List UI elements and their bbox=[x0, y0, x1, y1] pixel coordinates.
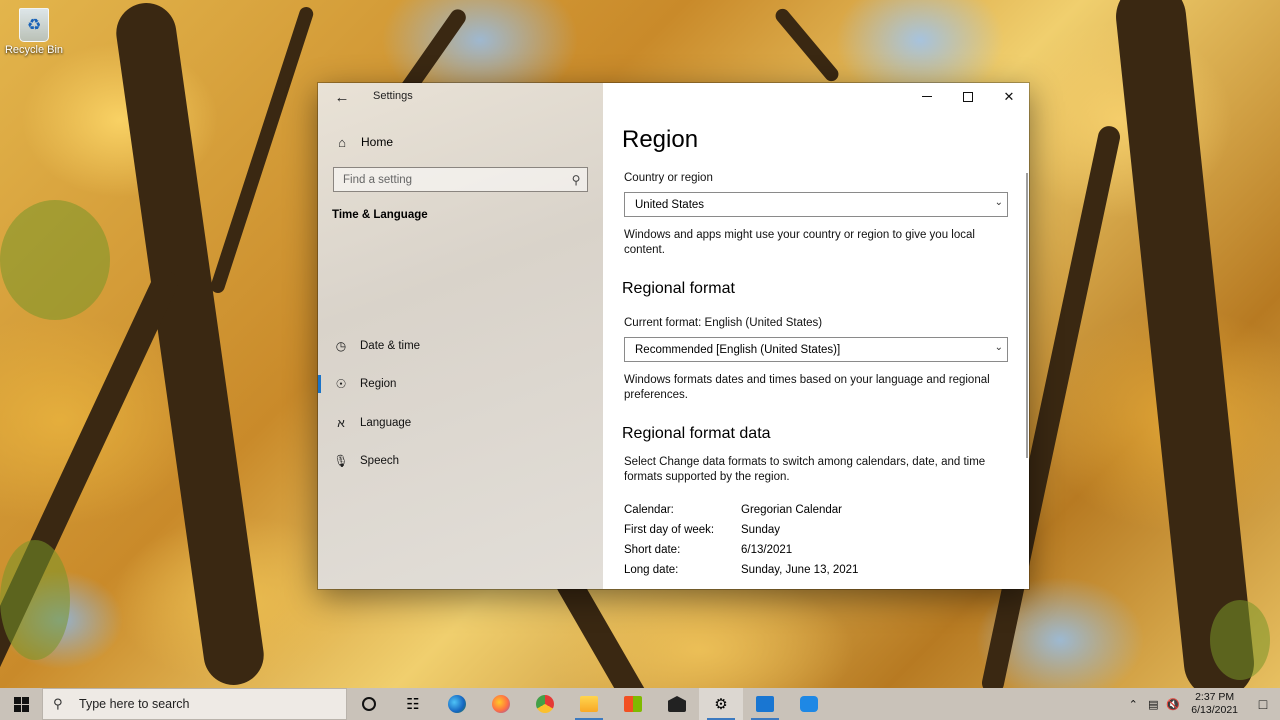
search-icon[interactable]: ⚲ bbox=[565, 173, 587, 187]
calendar-clock-icon: ◷ bbox=[335, 339, 347, 353]
current-format-label: Current format: English (United States) bbox=[624, 317, 823, 329]
microphone-icon: 🎙 bbox=[333, 454, 349, 468]
minimize-button[interactable] bbox=[907, 83, 947, 110]
clock[interactable]: 2:37 PM 6/13/2021 bbox=[1183, 691, 1246, 717]
country-dropdown[interactable]: United States ⌄ bbox=[624, 192, 1008, 217]
page-title: Region bbox=[622, 126, 699, 153]
format-data-value: Gregorian Calendar bbox=[741, 504, 843, 516]
cortana-icon[interactable] bbox=[347, 688, 391, 720]
maximize-button[interactable] bbox=[948, 83, 988, 110]
nav-item-label: Date & time bbox=[360, 340, 421, 352]
window-title: Settings bbox=[373, 90, 413, 102]
notification-icon[interactable]: □ bbox=[1246, 696, 1280, 712]
close-button[interactable]: ✕ bbox=[989, 83, 1029, 110]
volume-icon[interactable]: 🔇 bbox=[1163, 698, 1183, 711]
content-scrollbar[interactable] bbox=[1026, 173, 1028, 458]
chevron-down-icon: ⌄ bbox=[994, 342, 1003, 353]
format-data-key: Long date: bbox=[624, 564, 679, 576]
close-icon: ✕ bbox=[1003, 88, 1015, 104]
format-data-key: Short date: bbox=[624, 544, 681, 556]
nav-item-region[interactable]: ☉ Region bbox=[318, 367, 603, 401]
format-data-row: Long date: Sunday, June 13, 2021 bbox=[624, 560, 1014, 580]
nav-item-label: Speech bbox=[360, 455, 400, 467]
network-icon[interactable]: ▤ bbox=[1143, 698, 1163, 711]
start-button[interactable] bbox=[0, 688, 42, 720]
windows-logo-icon bbox=[13, 696, 29, 712]
file-explorer-icon[interactable] bbox=[567, 688, 611, 720]
task-view-icon[interactable]: ☷ bbox=[391, 688, 435, 720]
recycle-bin-icon: ♻ bbox=[19, 8, 49, 42]
nav-group-title: Time & Language bbox=[332, 209, 428, 221]
nav-item-speech[interactable]: 🎙 Speech bbox=[318, 444, 603, 478]
desktop-icon-label: Recycle Bin bbox=[4, 44, 64, 56]
country-value: United States bbox=[635, 198, 705, 211]
search-icon: ⚲ bbox=[53, 696, 63, 711]
desktop-icon-recycle-bin[interactable]: ♻ Recycle Bin bbox=[4, 4, 64, 64]
maximize-icon bbox=[963, 91, 973, 102]
find-setting-input[interactable] bbox=[334, 173, 565, 186]
country-label: Country or region bbox=[624, 172, 713, 184]
nav-item-label: Language bbox=[360, 417, 412, 429]
nav-item-date-time[interactable]: ◷ Date & time bbox=[318, 329, 603, 363]
format-data-row: Calendar: Gregorian Calendar bbox=[624, 500, 1014, 520]
nav-home-label: Home bbox=[361, 135, 394, 149]
taskbar: ⚲ ☷ ⚙ ⌃ ▤ 🔇 2:37 PM 6/13/2021 □ bbox=[0, 688, 1280, 720]
chevron-up-icon[interactable]: ⌃ bbox=[1123, 698, 1143, 711]
chevron-down-icon: ⌄ bbox=[994, 197, 1003, 208]
nav-item-label: Region bbox=[360, 378, 397, 390]
country-note: Windows and apps might use your country … bbox=[624, 229, 975, 256]
find-setting-search[interactable]: ⚲ bbox=[333, 167, 588, 192]
format-data-row: First day of week: Sunday bbox=[624, 520, 1014, 540]
nav-item-language[interactable]: א Language bbox=[318, 406, 603, 440]
home-icon: ⌂ bbox=[338, 134, 346, 150]
format-data-value: Sunday, June 13, 2021 bbox=[741, 564, 859, 576]
taskbar-search[interactable]: ⚲ bbox=[42, 688, 347, 720]
language-icon: א bbox=[337, 416, 345, 430]
outlook-icon[interactable] bbox=[743, 688, 787, 720]
settings-nav-pane: ← Settings ⌂ Home ⚲ Time & Language ◷ Da… bbox=[318, 83, 603, 589]
minimize-icon bbox=[922, 96, 932, 97]
regional-format-title: Regional format bbox=[622, 280, 735, 297]
clock-time: 2:37 PM bbox=[1195, 691, 1235, 703]
system-tray: ⌃ ▤ 🔇 2:37 PM 6/13/2021 □ bbox=[1123, 688, 1280, 720]
edge-icon[interactable] bbox=[435, 688, 479, 720]
taskbar-search-input[interactable] bbox=[79, 697, 319, 711]
back-arrow-icon[interactable]: ← bbox=[330, 87, 354, 109]
dev-tool-icon[interactable] bbox=[787, 688, 831, 720]
format-note: Windows formats dates and times based on… bbox=[624, 374, 990, 401]
regional-format-dropdown[interactable]: Recommended [English (United States)] ⌄ bbox=[624, 337, 1008, 362]
format-data-key: Calendar: bbox=[624, 504, 674, 516]
clock-date: 6/13/2021 bbox=[1191, 704, 1238, 716]
format-data-value: 6/13/2021 bbox=[741, 544, 793, 556]
globe-icon: ☉ bbox=[335, 377, 347, 391]
settings-window: ← Settings ⌂ Home ⚲ Time & Language ◷ Da… bbox=[318, 83, 1029, 589]
firefox-icon[interactable] bbox=[479, 688, 523, 720]
store-icon[interactable] bbox=[611, 688, 655, 720]
settings-content-pane: ✕ Region Country or region United States… bbox=[603, 83, 1029, 589]
chrome-icon[interactable] bbox=[523, 688, 567, 720]
format-data-title: Regional format data bbox=[622, 425, 771, 442]
format-data-note: Select Change data formats to switch amo… bbox=[624, 456, 986, 483]
format-data-key: First day of week: bbox=[624, 524, 715, 536]
format-data-value: Sunday bbox=[741, 524, 781, 536]
format-value: Recommended [English (United States)] bbox=[635, 343, 841, 356]
settings-icon[interactable]: ⚙ bbox=[699, 688, 743, 720]
format-data-row: Short date: 6/13/2021 bbox=[624, 540, 1014, 560]
mail-icon[interactable] bbox=[655, 688, 699, 720]
nav-home[interactable]: ⌂ Home bbox=[332, 133, 393, 151]
